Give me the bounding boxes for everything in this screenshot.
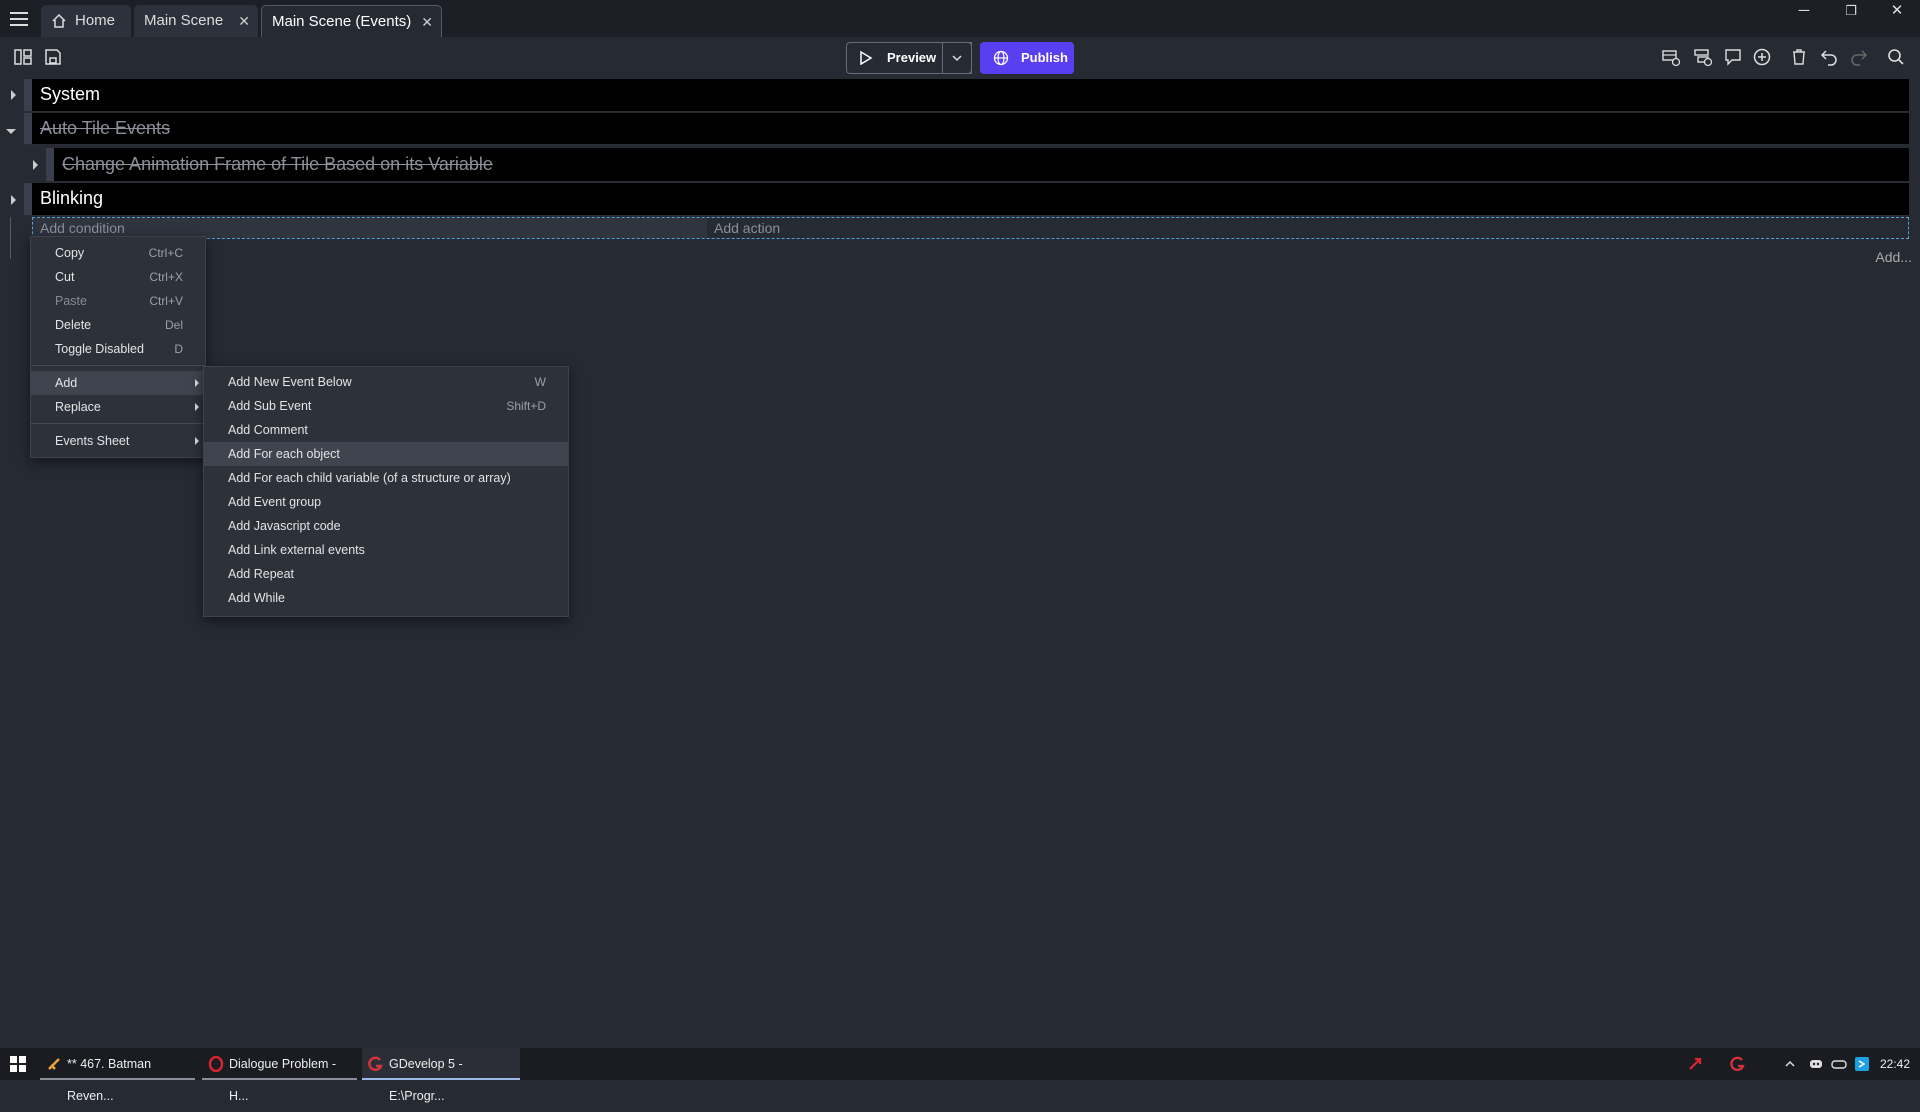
context-menu: Copy Ctrl+C Cut Ctrl+X Paste Ctrl+V Dele… bbox=[30, 236, 206, 458]
home-icon bbox=[52, 13, 66, 28]
menu-item-add-comment[interactable]: Add Comment bbox=[204, 418, 568, 442]
collapse-arrow-icon[interactable] bbox=[6, 129, 16, 134]
toolbar: Preview Publish bbox=[0, 37, 1920, 77]
add-condition-button[interactable]: Add condition bbox=[33, 218, 707, 238]
restore-icon[interactable]: ❐ bbox=[1836, 0, 1866, 24]
menu-item-paste: Paste Ctrl+V bbox=[55, 294, 183, 308]
add-comment-icon[interactable] bbox=[1723, 47, 1743, 67]
search-icon[interactable] bbox=[1886, 47, 1906, 67]
expand-arrow-icon[interactable] bbox=[33, 160, 38, 170]
condition-action-row: Add condition Add action bbox=[32, 217, 1909, 239]
trash-icon[interactable] bbox=[1789, 47, 1809, 67]
clock[interactable]: 22:42 bbox=[1880, 1057, 1910, 1071]
menu-item-add-for-each-object[interactable]: Add For each object bbox=[204, 442, 568, 466]
gamepad-icon[interactable] bbox=[1831, 1056, 1847, 1072]
event-row-system[interactable]: System bbox=[24, 79, 1909, 112]
gdevelop-icon bbox=[368, 1056, 383, 1072]
publish-label: Publish bbox=[1021, 50, 1068, 65]
task-label: GDevelop 5 - E:\Progr... bbox=[389, 1057, 463, 1103]
menu-item-add-event-group[interactable]: Add Event group bbox=[204, 490, 568, 514]
task-label: Dialogue Problem - H... bbox=[229, 1057, 336, 1103]
event-title: Auto Tile Events bbox=[40, 118, 171, 138]
menu-separator bbox=[31, 365, 205, 366]
taskbar-item-gdevelop[interactable]: GDevelop 5 - E:\Progr... bbox=[362, 1048, 520, 1103]
add-event-icon[interactable] bbox=[1661, 47, 1681, 67]
menu-item-add-javascript-code[interactable]: Add Javascript code bbox=[204, 514, 568, 538]
menu-item-add-repeat[interactable]: Add Repeat bbox=[204, 562, 568, 586]
add-more-link[interactable]: Add... bbox=[1875, 249, 1912, 265]
add-circle-icon[interactable] bbox=[1752, 47, 1772, 67]
chevron-up-icon[interactable] bbox=[1784, 1058, 1796, 1070]
event-row-change-animation[interactable]: Change Animation Frame of Tile Based on … bbox=[46, 148, 1909, 182]
minimize-icon[interactable]: ─ bbox=[1789, 0, 1819, 24]
event-row-blinking[interactable]: Blinking bbox=[24, 183, 1909, 216]
submenu-arrow-icon bbox=[195, 437, 199, 445]
expand-arrow-icon[interactable] bbox=[11, 195, 16, 205]
play-icon bbox=[860, 51, 873, 65]
tab-main-scene[interactable]: Main Scene ✕ bbox=[134, 5, 258, 37]
add-action-button[interactable]: Add action bbox=[707, 218, 1908, 238]
menu-item-cut[interactable]: Cut Ctrl+X bbox=[31, 265, 205, 289]
preview-dropdown[interactable] bbox=[942, 42, 972, 74]
menu-item-add[interactable]: Add bbox=[31, 371, 205, 395]
menu-item-add-for-each-child-variable[interactable]: Add For each child variable (of a struct… bbox=[204, 466, 568, 490]
submenu-arrow-icon bbox=[195, 403, 199, 411]
menu-item-replace[interactable]: Replace bbox=[31, 395, 205, 419]
preview-label: Preview bbox=[887, 50, 937, 65]
publish-button[interactable]: Publish bbox=[980, 42, 1074, 74]
opera-icon bbox=[208, 1056, 224, 1072]
tab-main-scene-events[interactable]: Main Scene (Events) ✕ bbox=[261, 5, 442, 37]
tree-line bbox=[10, 217, 11, 259]
menu-icon[interactable] bbox=[10, 12, 28, 26]
app-icon bbox=[48, 1058, 60, 1070]
undo-icon[interactable] bbox=[1819, 47, 1839, 67]
menu-item-toggle-disabled[interactable]: Toggle Disabled D bbox=[31, 337, 205, 361]
redo-icon bbox=[1851, 50, 1868, 66]
event-row-auto-tile[interactable]: Auto Tile Events bbox=[24, 113, 1909, 145]
event-title: Blinking bbox=[40, 188, 104, 208]
network-app-icon[interactable] bbox=[1854, 1056, 1870, 1072]
menu-item-copy[interactable]: Copy Ctrl+C bbox=[31, 241, 205, 265]
task-label: ** 467. Batman Reven... bbox=[67, 1057, 152, 1103]
tab-label: Home bbox=[75, 12, 116, 29]
windows-start-icon[interactable] bbox=[10, 1056, 26, 1072]
event-title: Change Animation Frame of Tile Based on … bbox=[62, 154, 493, 174]
menu-separator bbox=[31, 423, 205, 424]
tab-home[interactable]: Home bbox=[41, 5, 131, 37]
expand-arrow-icon[interactable] bbox=[11, 90, 16, 100]
menu-item-delete[interactable]: Delete Del bbox=[31, 313, 205, 337]
taskbar-item-dialogue[interactable]: Dialogue Problem - H... bbox=[202, 1048, 357, 1103]
submenu-arrow-icon bbox=[195, 379, 199, 387]
discord-icon[interactable] bbox=[1808, 1056, 1824, 1072]
menu-item-add-while[interactable]: Add While bbox=[204, 586, 568, 610]
save-icon[interactable] bbox=[43, 47, 63, 67]
close-icon[interactable]: ✕ bbox=[421, 6, 433, 38]
panels-icon[interactable] bbox=[13, 47, 33, 67]
menu-item-add-new-event-below[interactable]: Add New Event Below W bbox=[204, 370, 568, 394]
taskbar: ** 467. Batman Reven... Dialogue Problem… bbox=[0, 1048, 1920, 1103]
menu-item-events-sheet[interactable]: Events Sheet bbox=[31, 429, 205, 453]
tray-gdevelop-icon[interactable] bbox=[1730, 1056, 1746, 1072]
menu-item-add-sub-event[interactable]: Add Sub Event Shift+D bbox=[204, 394, 568, 418]
close-window-icon[interactable]: ✕ bbox=[1882, 0, 1912, 24]
tab-label: Main Scene bbox=[144, 12, 224, 29]
tab-label: Main Scene (Events) bbox=[272, 13, 412, 30]
title-bar: Home Main Scene ✕ Main Scene (Events) ✕ … bbox=[0, 0, 1920, 37]
globe-icon bbox=[993, 50, 1009, 66]
add-sub-event-icon[interactable] bbox=[1693, 47, 1713, 67]
tray-app-icon[interactable] bbox=[1687, 1056, 1703, 1072]
close-icon[interactable]: ✕ bbox=[238, 5, 250, 37]
event-title: System bbox=[40, 84, 101, 104]
add-submenu: Add New Event Below W Add Sub Event Shif… bbox=[203, 366, 569, 617]
chevron-down-icon bbox=[952, 55, 962, 62]
menu-item-add-link-external-events[interactable]: Add Link external events bbox=[204, 538, 568, 562]
taskbar-item-batman[interactable]: ** 467. Batman Reven... bbox=[40, 1048, 195, 1103]
